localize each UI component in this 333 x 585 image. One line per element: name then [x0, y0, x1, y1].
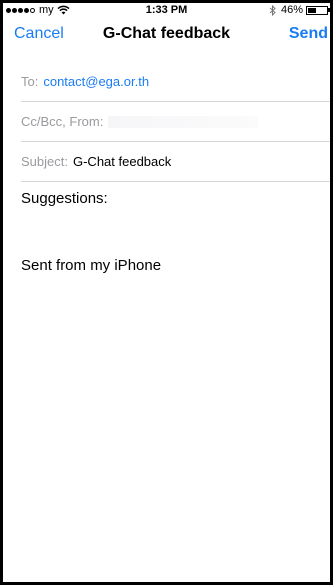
- battery-nub: [328, 8, 330, 12]
- battery-percent: 46%: [280, 4, 303, 16]
- status-bar: my 1:33 PM 46%: [3, 3, 330, 18]
- to-recipient[interactable]: contact@ega.or.th: [43, 74, 149, 89]
- redacted-sender: [108, 115, 259, 128]
- navigation-bar: Cancel G-Chat feedback Send: [3, 18, 330, 52]
- page-title: G-Chat feedback: [102, 25, 231, 42]
- to-label: To:: [21, 74, 39, 89]
- subject-value[interactable]: G-Chat feedback: [73, 154, 171, 169]
- phone-screen: my 1:33 PM 46% Cancel G-Chat feedback Se…: [0, 0, 333, 585]
- message-body[interactable]: Suggestions: Sent from my iPhone: [21, 189, 321, 276]
- send-button[interactable]: Send: [289, 25, 328, 43]
- email-signature: Sent from my iPhone: [21, 257, 162, 274]
- to-field[interactable]: To: contact@ega.or.th: [21, 62, 330, 102]
- subject-field[interactable]: Subject: G-Chat feedback: [21, 142, 330, 182]
- battery-level-fill: [308, 7, 316, 13]
- status-right: 46%: [269, 4, 330, 16]
- cc-bcc-from-field[interactable]: Cc/Bcc, From:: [21, 102, 330, 142]
- bluetooth-icon: [269, 4, 276, 16]
- body-blank-space: [21, 209, 321, 256]
- cc-bcc-from-label: Cc/Bcc, From:: [21, 114, 104, 129]
- body-suggestions-line: Suggestions:: [21, 190, 108, 207]
- subject-label: Subject:: [21, 154, 68, 169]
- battery-icon: [306, 5, 328, 15]
